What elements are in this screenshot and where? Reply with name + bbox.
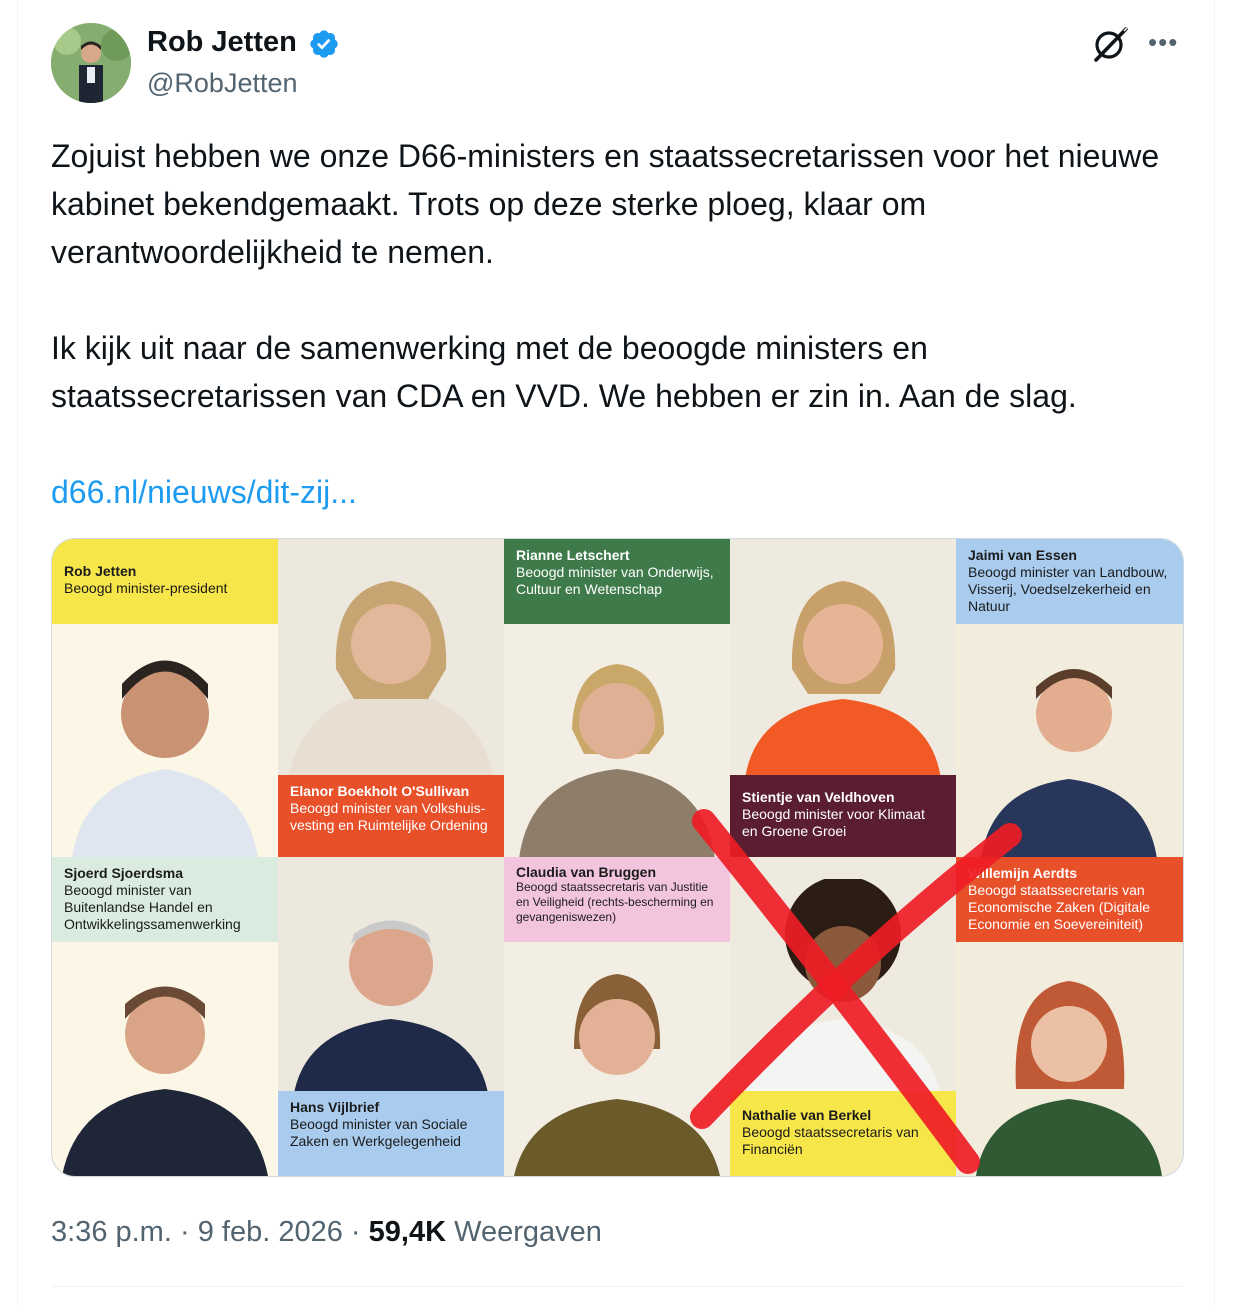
views-label: Weergaven [454, 1216, 602, 1248]
red-cross-mark [690, 809, 1022, 1174]
tweet-paragraph-1: Zojuist hebben we onze D66-ministers en … [51, 138, 1160, 270]
meta-separator: · [350, 1216, 361, 1248]
column-border-right [1214, 0, 1215, 1306]
tweet-date[interactable]: 9 feb. 2026 [198, 1216, 343, 1248]
grok-icon[interactable] [1090, 24, 1130, 64]
meta-separator: · [179, 1216, 190, 1248]
paragraph-spacer [51, 276, 1201, 324]
tweet-time[interactable]: 3:36 p.m. [51, 1216, 172, 1248]
tweet-link[interactable]: d66.nl/nieuws/dit-zij... [51, 470, 357, 514]
author-name[interactable]: Rob Jetten [147, 24, 297, 60]
tweet-media-image[interactable]: Rob Jetten Beoogd minister-president Ela… [51, 538, 1184, 1177]
avatar[interactable] [51, 23, 131, 103]
column-border-left [17, 0, 18, 1306]
divider [51, 1286, 1182, 1287]
author-handle[interactable]: @RobJetten [147, 66, 298, 100]
verified-badge-icon [310, 30, 338, 58]
tweet-meta: 3:36 p.m. · 9 feb. 2026 · 59,4K Weergave… [51, 1210, 602, 1254]
more-icon[interactable]: ••• [1148, 28, 1178, 56]
tweet-paragraph-2: Ik kijk uit naar de samenwerking met de … [51, 330, 1077, 414]
views-count: 59,4K [368, 1216, 447, 1248]
tweet-text: Zojuist hebben we onze D66-ministers en … [51, 132, 1201, 420]
